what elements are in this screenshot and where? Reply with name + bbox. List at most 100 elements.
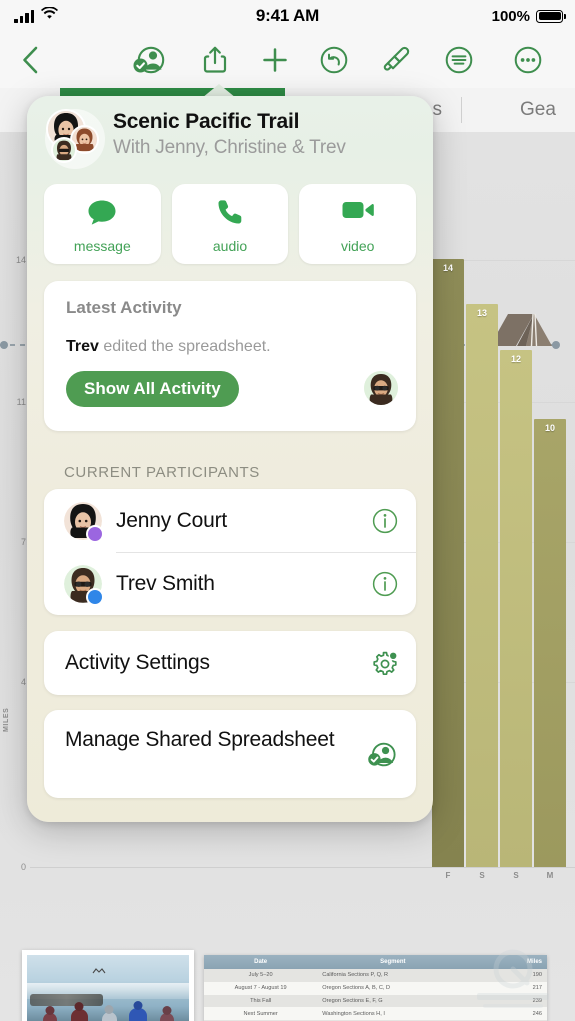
cell-date: July 5–20: [204, 969, 318, 982]
undo-button[interactable]: [312, 32, 356, 88]
video-button[interactable]: video: [299, 184, 417, 264]
coast-hikers-photo[interactable]: [22, 950, 194, 1021]
chart-ytick: 14: [15, 255, 26, 265]
chart-ytick: 0: [20, 862, 26, 872]
chart-bar-fill: [500, 350, 532, 867]
chart-bar: 10 M: [534, 419, 566, 880]
chart-bar-value: 14: [442, 263, 453, 273]
popover-subtitle: With Jenny, Christine & Trev: [113, 137, 346, 158]
group-avatar-stack: [45, 109, 105, 169]
message-button[interactable]: message: [44, 184, 161, 264]
video-camera-icon: [299, 198, 416, 222]
status-bar: 9:41 AM 100%: [0, 0, 575, 32]
gear-badge-icon: [372, 651, 398, 677]
photo-person: [43, 1012, 58, 1021]
phone-screen: 9:41 AM 100% s Gea MILES 14 11 7 4 0 14 …: [0, 0, 575, 1021]
photo-rocks: [30, 994, 104, 1007]
battery-full-icon: [536, 9, 566, 23]
tab-divider: [461, 97, 462, 123]
latest-activity-action: edited the spreadsheet.: [98, 338, 271, 355]
cell-segment: California Sections P, Q, R: [317, 969, 469, 982]
share-button[interactable]: [193, 32, 237, 88]
participant-name: Jenny Court: [116, 508, 228, 532]
latest-activity-text: Trev edited the spreadsheet.: [66, 338, 271, 356]
manage-shared-spreadsheet-row[interactable]: Manage Shared Spreadsheet: [44, 710, 416, 798]
back-button[interactable]: [8, 32, 52, 88]
latest-activity-card: Latest Activity Trev edited the spreadsh…: [44, 281, 416, 431]
chart-bar-fill: [534, 419, 566, 867]
chart-baseline: [30, 867, 575, 868]
photo-person: [101, 1011, 117, 1021]
column-header-date: Date: [204, 955, 318, 969]
site-watermark: [459, 943, 567, 1015]
chart-y-axis-label: MILES: [3, 707, 10, 732]
cell-date: This Fall: [204, 994, 318, 1008]
photo-image: [27, 955, 189, 1021]
page-title: Scenic Pacific Trail: [113, 110, 300, 133]
video-button-label: video: [340, 238, 375, 254]
share-up-arrow-icon: [203, 46, 227, 73]
person-badge-check-icon: [133, 46, 165, 74]
insert-button[interactable]: [253, 32, 297, 88]
chart-bar-category: S: [513, 871, 519, 880]
participants-card: Jenny Court Trev Smith: [44, 489, 416, 615]
popover-header: Scenic Pacific Trail With Jenny, Christi…: [27, 96, 433, 180]
audio-button-label: audio: [212, 238, 248, 254]
person-badge-check-icon: [366, 741, 398, 768]
app-toolbar: [0, 32, 575, 89]
avatar: [53, 139, 75, 161]
cell-segment: Oregon Sections E, F, G: [317, 994, 469, 1008]
latest-activity-actor: Trev: [66, 338, 99, 355]
more-button[interactable]: [506, 32, 550, 88]
seagull-icon: [92, 962, 106, 974]
latest-activity-heading: Latest Activity: [66, 298, 182, 317]
message-bubble-icon: [44, 198, 161, 226]
latest-activity-avatar: [364, 371, 398, 405]
cell-date: Next Summer: [204, 1007, 318, 1021]
info-circle-icon[interactable]: [372, 489, 398, 552]
chart-bar: 14 F: [432, 259, 464, 880]
tab-label-2: Gea: [520, 99, 556, 120]
collaborate-button[interactable]: [127, 32, 171, 88]
phone-handset-icon: [172, 198, 289, 226]
chart-bar-category: M: [546, 871, 554, 880]
chart-bar-value: 12: [510, 354, 521, 364]
format-button[interactable]: [374, 32, 418, 88]
message-button-label: message: [73, 238, 131, 254]
status-badge: [88, 590, 102, 604]
chart-bar: 12 S: [500, 350, 532, 880]
chart-ytick: 7: [20, 537, 26, 547]
sidebar-item-tab-2[interactable]: Gea: [520, 88, 556, 132]
chart-bar-category: F: [445, 871, 451, 880]
ellipsis-circle-icon: [514, 46, 542, 74]
manage-shared-spreadsheet-label: Manage Shared Spreadsheet: [65, 728, 335, 751]
participant-name: Trev Smith: [116, 571, 215, 595]
column-header-segment: Segment: [317, 955, 469, 969]
cell-segment: Washington Sections H, I: [317, 1007, 469, 1021]
paintbrush-icon: [383, 46, 410, 71]
chevron-left-icon: [23, 46, 38, 74]
list-item[interactable]: Trev Smith: [44, 552, 416, 615]
activity-settings-row[interactable]: Activity Settings: [44, 631, 416, 695]
audio-button[interactable]: audio: [171, 184, 289, 264]
undo-arrow-circle-icon: [320, 46, 348, 74]
chart-bar-value: 13: [476, 308, 487, 318]
tab-label-1: s: [432, 99, 443, 120]
chart-ytick: 11: [16, 397, 26, 407]
chart-bar: 13 S: [466, 304, 498, 880]
photo-person: [70, 1008, 88, 1021]
battery-percent-label: 100%: [491, 7, 530, 25]
show-all-activity-button[interactable]: Show All Activity: [66, 371, 239, 407]
cell-date: August 7 - August 19: [204, 981, 318, 995]
menu-button[interactable]: [437, 32, 481, 88]
photo-person: [159, 1012, 174, 1021]
photo-person: [129, 1007, 148, 1021]
activity-settings-label: Activity Settings: [65, 651, 210, 674]
chart-bar-category: S: [479, 871, 485, 880]
list-item[interactable]: Jenny Court: [44, 489, 416, 553]
status-badge: [88, 527, 102, 541]
quick-actions: message audio video: [44, 184, 417, 264]
list-lines-circle-icon: [445, 46, 473, 74]
chart-bar-fill: [432, 259, 464, 867]
info-circle-icon[interactable]: [372, 552, 398, 615]
